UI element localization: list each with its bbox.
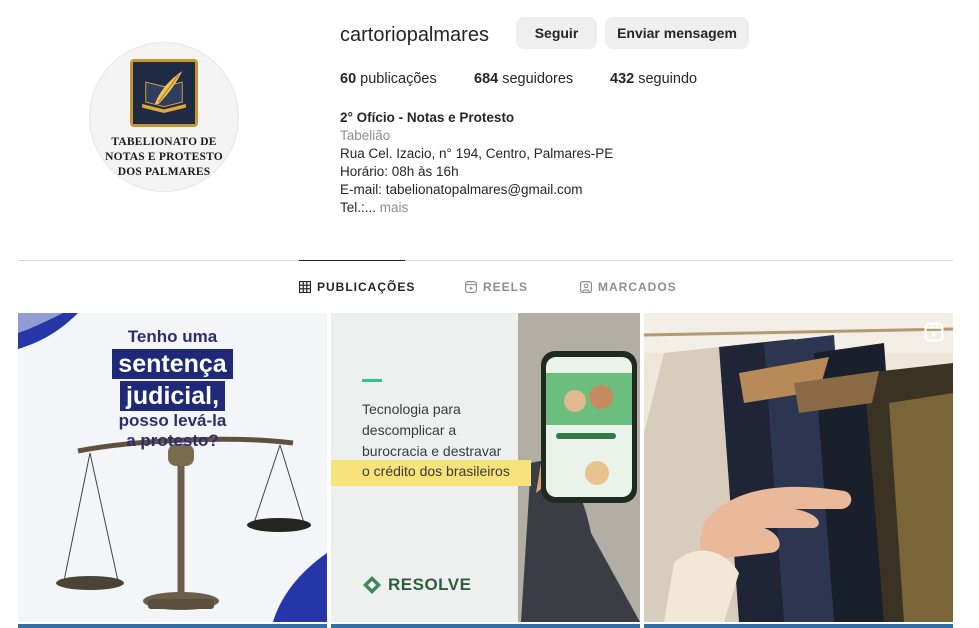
tab-label: MARCADOS	[598, 280, 677, 294]
post-1-border	[18, 624, 327, 628]
bio-hours: Horário: 08h às 16h	[340, 164, 459, 179]
tagged-icon	[580, 281, 592, 293]
tab-marcados[interactable]: MARCADOS	[580, 280, 677, 294]
follow-button[interactable]: Seguir	[516, 17, 597, 49]
tabs-divider	[18, 260, 953, 261]
post-2-border	[331, 624, 640, 628]
post-1-line-5: a protesto?	[126, 431, 219, 450]
posts-count: 60 publicações	[340, 71, 437, 87]
profile-username: cartoriopalmares	[340, 24, 489, 46]
send-message-button[interactable]: Enviar mensagem	[605, 17, 749, 49]
followers-count[interactable]: 684 seguidores	[474, 71, 573, 87]
post-1-line-3: judicial,	[119, 381, 226, 411]
post-2-accent-rule	[362, 379, 382, 382]
bio-email: E-mail: tabelionatopalmares@gmail.com	[340, 182, 583, 197]
post-1-line-4: posso levá-la	[118, 411, 227, 430]
bio-category: Tabelião	[340, 128, 391, 143]
post-2-brand: RESOLVE	[362, 575, 471, 595]
post-2-highlight-text: o crédito dos brasileiros	[362, 463, 510, 479]
bio-tel-line: Tel.:... mais	[340, 199, 613, 217]
profile-avatar[interactable]: TABELIONATO DE NOTAS E PROTESTO DOS PALM…	[89, 42, 239, 192]
resolve-logo-icon	[363, 576, 381, 594]
post-1-line-2: sentença	[112, 349, 233, 379]
grid-icon	[299, 281, 311, 293]
tab-publicacoes[interactable]: PUBLICAÇÕES	[299, 280, 415, 294]
post-tile-3[interactable]	[644, 313, 953, 622]
post-2-line-1: Tecnologia para	[362, 401, 461, 417]
bio-more-link[interactable]: mais	[376, 200, 409, 215]
tab-label: REELS	[483, 280, 529, 294]
post-2-brand-name: RESOLVE	[388, 575, 472, 594]
tab-reels[interactable]: REELS	[465, 280, 528, 294]
profile-bio: 2° Ofício - Notas e Protesto Tabelião Ru…	[340, 109, 613, 217]
post-tile-1[interactable]: Tenho uma sentença judicial, posso levá-…	[18, 313, 327, 622]
post-2-text: Tecnologia para descomplicar a burocraci…	[362, 399, 501, 462]
avatar-logo-text: TABELIONATO DE NOTAS E PROTESTO DOS PALM…	[105, 136, 223, 178]
post-3-artwork	[644, 313, 953, 622]
post-2-line-2: descomplicar a	[362, 422, 457, 438]
bio-name: 2° Ofício - Notas e Protesto	[340, 110, 515, 125]
post-1-headline: Tenho uma sentença judicial, posso levá-…	[18, 327, 327, 451]
active-tab-indicator	[299, 260, 405, 261]
notary-logo-emblem	[130, 59, 198, 127]
bio-tel: Tel.:...	[340, 200, 377, 215]
post-1-line-1: Tenho uma	[127, 327, 218, 346]
post-tile-2[interactable]: Tecnologia para descomplicar a burocraci…	[331, 313, 640, 622]
quill-book-icon	[133, 62, 195, 124]
post-3-border	[644, 624, 953, 628]
reel-icon	[924, 322, 944, 342]
reels-icon	[465, 281, 477, 293]
bio-address: Rua Cel. Izacio, n° 194, Centro, Palmare…	[340, 146, 614, 161]
post-2-line-3: burocracia e destravar	[362, 443, 502, 459]
following-count[interactable]: 432 seguindo	[610, 71, 697, 87]
tab-label: PUBLICAÇÕES	[317, 280, 416, 294]
